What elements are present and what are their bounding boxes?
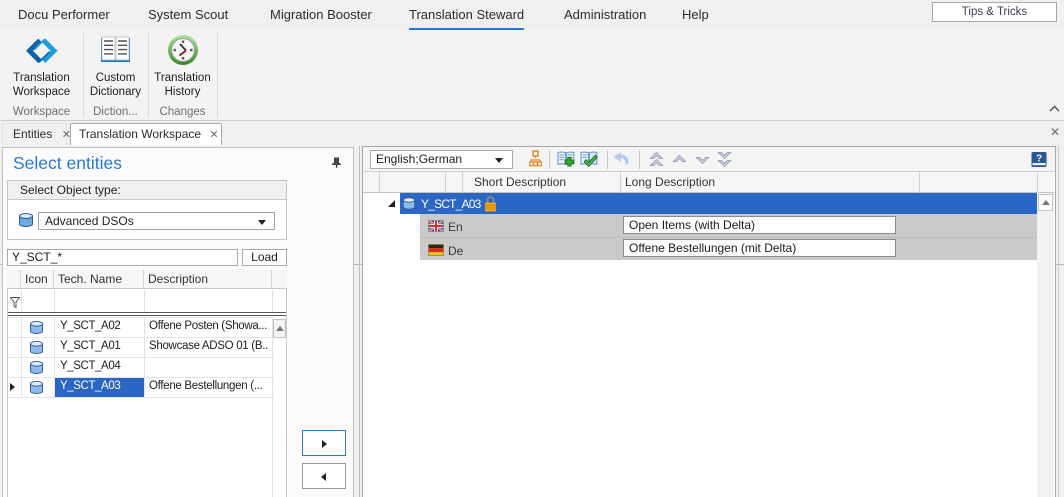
svg-text:?: ? bbox=[1036, 154, 1042, 165]
